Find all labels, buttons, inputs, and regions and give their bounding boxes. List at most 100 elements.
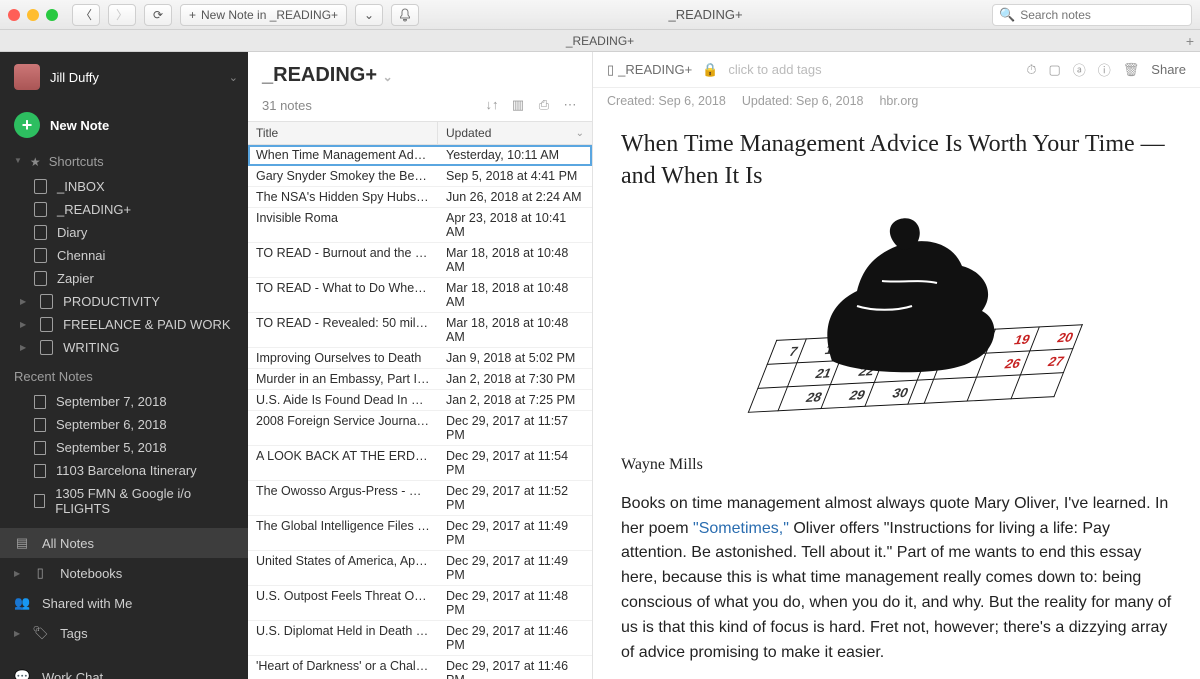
sidebar-shortcut[interactable]: _READING+ [0,198,248,221]
tab-active[interactable]: _READING+ [566,34,634,48]
new-note-button[interactable]: + New Note [0,102,248,148]
note-row[interactable]: TO READ - Burnout and the BrainMar 18, 2… [248,243,592,278]
account-row[interactable]: Jill Duffy ⌄ [0,52,248,102]
note-title-cell: Murder in an Embassy, Part II - P… [248,369,438,389]
sidebar-shortcut[interactable]: _INBOX [0,175,248,198]
recent-section: Recent Notes [0,359,248,390]
note-updated-cell: Mar 18, 2018 at 10:48 AM [438,278,592,312]
sidebar-shortcut[interactable]: ▶ PRODUCTIVITY [0,290,248,313]
article-illustration: 7141518192021222627282930 [732,211,1062,426]
all-notes[interactable]: ▤ All Notes [0,528,248,558]
info-button[interactable]: ⓘ [1098,60,1111,79]
disclosure-triangle-icon: ▶ [14,629,20,638]
sidebar-shortcut[interactable]: Chennai [0,244,248,267]
shortcut-label: Chennai [57,248,105,263]
byline: Wayne Mills [621,456,1172,474]
note-row[interactable]: 2008 Foreign Service Journal - E…Dec 29,… [248,411,592,446]
note-icon [34,464,46,478]
share-button[interactable]: Share [1151,62,1186,77]
sort-button[interactable]: ↓↑ [484,97,500,113]
disclosure-triangle-icon: ▶ [20,297,26,306]
recent-note-item[interactable]: 1103 Barcelona Itinerary [0,459,248,482]
all-notes-label: All Notes [42,536,94,551]
more-button[interactable]: ⋯ [562,97,578,113]
user-name: Jill Duffy [50,70,99,85]
note-row[interactable]: Invisible RomaApr 23, 2018 at 10:41 AM [248,208,592,243]
notebook-name: _READING+ [618,62,692,77]
sidebar: Jill Duffy ⌄ + New Note ▼ ★ Shortcuts _I… [0,52,248,679]
notifications-button[interactable] [391,4,419,26]
new-note-chevron[interactable]: ⌄ [355,4,383,26]
note-row[interactable]: Improving Ourselves to DeathJan 9, 2018 … [248,348,592,369]
minimize-window-button[interactable] [27,9,39,21]
note-row[interactable]: The Global Intelligence Files - Re…Dec 2… [248,516,592,551]
close-window-button[interactable] [8,9,20,21]
recent-label: Recent Notes [14,369,93,384]
source-url[interactable]: hbr.org [879,94,918,108]
chat-icon: 💬 [14,669,30,679]
shortcut-label: WRITING [63,340,119,355]
annotate-button[interactable]: ⓐ [1073,60,1086,79]
notebook-chip[interactable]: ▯ _READING+ [607,62,692,78]
link-sometimes[interactable]: "Sometimes," [693,520,789,537]
search-input[interactable] [1020,8,1185,22]
note-title-cell: U.S. Outpost Feels Threat Of Bu… [248,586,438,620]
view-toggle-button[interactable]: ▥ [510,97,526,113]
note-updated-cell: Dec 29, 2017 at 11:46 PM [438,656,592,679]
article-text: Books on time management almost always q… [621,492,1172,679]
note-row[interactable]: U.S. Aide Is Found Dead In Emb…Jan 2, 20… [248,390,592,411]
note-row[interactable]: When Time Management Advice…Yesterday, 1… [248,145,592,166]
tags[interactable]: ▶ 🏷 Tags [0,618,248,648]
notebook-icon [40,317,53,332]
plus-circle-icon: + [14,112,40,138]
shortcut-label: PRODUCTIVITY [63,294,160,309]
note-row[interactable]: U.S. Outpost Feels Threat Of Bu…Dec 29, … [248,586,592,621]
sidebar-shortcut[interactable]: Diary [0,221,248,244]
recent-note-item[interactable]: September 7, 2018 [0,390,248,413]
add-tags[interactable]: click to add tags [728,62,821,77]
note-row[interactable]: Gary Snyder Smokey the Bear S…Sep 5, 201… [248,166,592,187]
note-title: When Time Management Advice Is Worth You… [621,128,1172,193]
shared-with-me[interactable]: 👥 Shared with Me [0,588,248,618]
new-tab-button[interactable]: + [1186,33,1194,49]
zoom-window-button[interactable] [46,9,58,21]
new-note-dropdown[interactable]: + New Note in _READING+ [180,4,347,26]
col-title[interactable]: Title [248,122,438,144]
recent-note-item[interactable]: September 5, 2018 [0,436,248,459]
notebook-icon [34,225,47,240]
back-button[interactable]: 〈 [72,4,100,26]
note-body[interactable]: When Time Management Advice Is Worth You… [593,118,1200,679]
note-title-cell: When Time Management Advice… [248,145,438,165]
new-note-label: New Note in _READING+ [201,8,338,22]
shortcut-label: _INBOX [57,179,105,194]
note-row[interactable]: 'Heart of Darkness' or a Challen…Dec 29,… [248,656,592,679]
window-title: _READING+ [427,7,984,22]
note-row[interactable]: The Owosso Argus-Press - Goog…Dec 29, 20… [248,481,592,516]
note-rows: When Time Management Advice…Yesterday, 1… [248,145,592,679]
present-button[interactable]: ▢ [1048,62,1060,78]
sidebar-shortcut[interactable]: ▶WRITING [0,336,248,359]
trash-button[interactable]: 🗑 [1123,62,1140,78]
search-field-wrap[interactable]: 🔍 [992,4,1192,26]
note-title-cell: The NSA's Hidden Spy Hubs In E… [248,187,438,207]
shortcuts-section[interactable]: ▼ ★ Shortcuts [0,148,248,175]
sidebar-shortcut[interactable]: Zapier [0,267,248,290]
note-row[interactable]: U.S. Diplomat Held in Death Of E…Dec 29,… [248,621,592,656]
sync-button[interactable]: ⟳ [144,4,172,26]
reminder-button[interactable]: ⏱ [1026,62,1036,78]
note-row[interactable]: A LOOK BACK AT THE ERDOS…Dec 29, 2017 at… [248,446,592,481]
note-row[interactable]: United States of America, Appell…Dec 29,… [248,551,592,586]
work-chat[interactable]: 💬 Work Chat [0,662,248,679]
notebooks[interactable]: ▶ ▯ Notebooks [0,558,248,588]
col-updated[interactable]: Updated⌄ [438,122,592,144]
recent-note-item[interactable]: 1305 FMN & Google i/o FLIGHTS [0,482,248,520]
recent-note-item[interactable]: September 6, 2018 [0,413,248,436]
note-row[interactable]: TO READ - Revealed: 50 million…Mar 18, 2… [248,313,592,348]
filter-button[interactable]: ⎙ [536,97,552,113]
notelist-title[interactable]: _READING+ ⌄ [262,64,393,87]
forward-button[interactable]: 〉 [108,4,136,26]
sidebar-shortcut[interactable]: ▶FREELANCE & PAID WORK [0,313,248,336]
note-row[interactable]: TO READ - What to Do When W…Mar 18, 2018… [248,278,592,313]
note-row[interactable]: Murder in an Embassy, Part II - P…Jan 2,… [248,369,592,390]
note-row[interactable]: The NSA's Hidden Spy Hubs In E…Jun 26, 2… [248,187,592,208]
